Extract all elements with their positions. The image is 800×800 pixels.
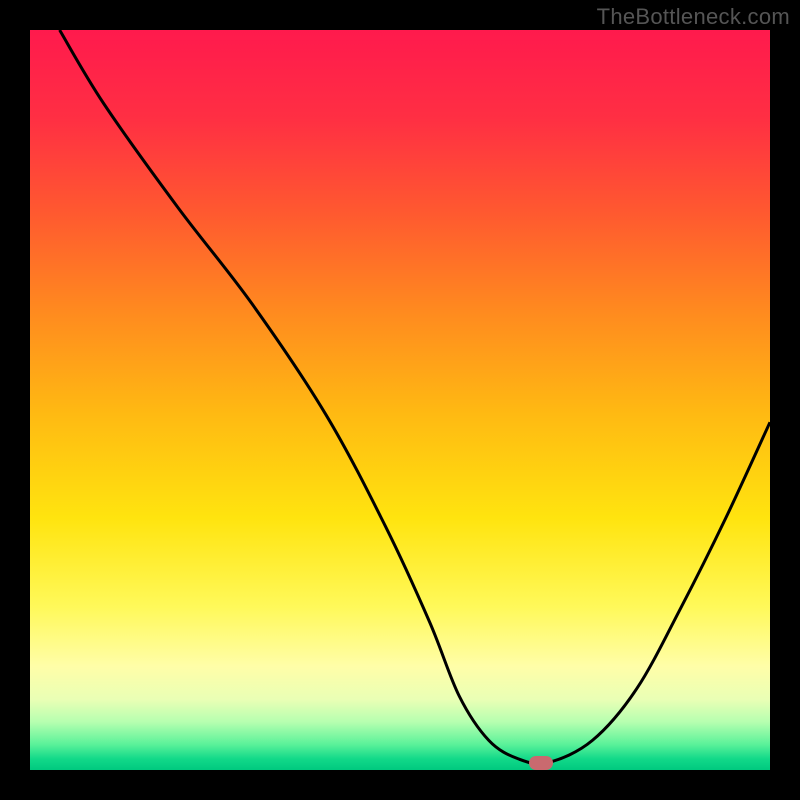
plot-area bbox=[30, 30, 770, 770]
chart-frame: TheBottleneck.com bbox=[0, 0, 800, 800]
optimal-marker bbox=[529, 756, 553, 770]
watermark-text: TheBottleneck.com bbox=[597, 4, 790, 30]
bottleneck-curve bbox=[30, 30, 770, 770]
